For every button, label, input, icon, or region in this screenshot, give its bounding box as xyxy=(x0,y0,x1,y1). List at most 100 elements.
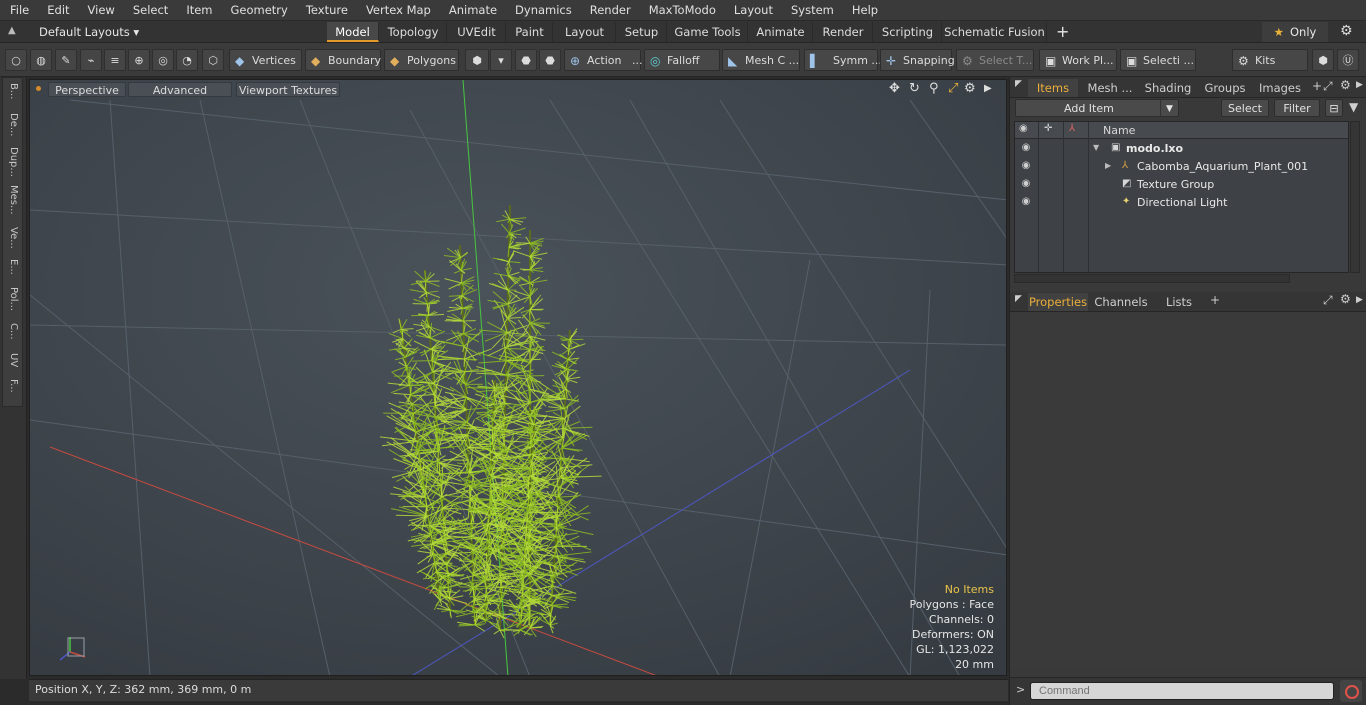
lock-column-icon[interactable]: ✛ xyxy=(1044,123,1052,134)
menu-file[interactable]: File xyxy=(0,0,37,21)
snapping-button[interactable]: ✛ Snapping xyxy=(880,49,955,71)
add-panel-tab-button[interactable]: + xyxy=(1210,293,1220,307)
center-icon[interactable]: ⊕ xyxy=(128,49,150,71)
tab-game-tools[interactable]: Game Tools xyxy=(668,22,748,42)
layout-arrows-icon[interactable]: ▲ xyxy=(8,25,20,39)
unreal-icon[interactable]: Ⓤ xyxy=(1337,49,1359,71)
falloff-button[interactable]: ◎ Falloff xyxy=(644,49,720,71)
symmetry-button[interactable]: ▌ Symm ... xyxy=(804,49,882,71)
tab-fusion[interactable]: F... xyxy=(5,379,19,393)
tab-render[interactable]: Render xyxy=(814,22,873,42)
tab-deform[interactable]: De... xyxy=(5,113,19,136)
perspective-button[interactable]: Perspective xyxy=(48,82,126,97)
tab-images[interactable]: Images xyxy=(1254,79,1306,97)
add-item-dropdown[interactable]: Add Item ▼ xyxy=(1015,99,1179,117)
unity-icon[interactable]: ⬢ xyxy=(1312,49,1334,71)
menu-help[interactable]: Help xyxy=(842,0,886,21)
rotate-view-icon[interactable]: ↻ xyxy=(909,81,920,96)
menu-geometry[interactable]: Geometry xyxy=(221,0,296,21)
tab-lists[interactable]: Lists xyxy=(1154,293,1204,311)
tab-mesh-edit[interactable]: Mes... xyxy=(5,185,19,215)
polygons-button[interactable]: ◆ Polygons xyxy=(384,49,459,71)
move-view-icon[interactable]: ✥ xyxy=(889,81,900,96)
pen-icon[interactable]: ✎ xyxy=(55,49,77,71)
advanced-button[interactable]: Advanced xyxy=(128,82,232,97)
tab-vertex[interactable]: Ve... xyxy=(5,227,19,249)
tab-schematic-fusion[interactable]: Schematic Fusion xyxy=(943,22,1047,42)
axis-column-icon[interactable]: ⅄ xyxy=(1069,123,1075,134)
tab-layout[interactable]: Layout xyxy=(554,22,616,42)
tab-edge[interactable]: E... xyxy=(5,259,19,275)
tab-scripting[interactable]: Scripting xyxy=(874,22,942,42)
eye-icon[interactable]: ◉ xyxy=(1019,142,1033,154)
gear-icon[interactable]: ⚙ xyxy=(1340,23,1353,39)
panel-menu-icon[interactable]: ◤ xyxy=(1015,79,1022,89)
tree-vertical-scrollbar[interactable] xyxy=(1350,121,1360,273)
tab-curve[interactable]: C... xyxy=(5,323,19,340)
tab-uv[interactable]: UV xyxy=(5,353,19,367)
add-tab-button[interactable]: + xyxy=(1056,21,1069,43)
globe-icon[interactable]: ◍ xyxy=(30,49,52,71)
eye-icon[interactable]: ◉ xyxy=(1019,178,1033,190)
tab-basic[interactable]: B... xyxy=(5,83,19,99)
eye-icon[interactable]: ◉ xyxy=(1019,196,1033,208)
tab-polygon[interactable]: Pol... xyxy=(5,287,19,311)
tree-row-mesh[interactable]: ◉ ▶ ⅄ Cabomba_Aquarium_Plant_001 xyxy=(1015,158,1348,176)
tab-groups[interactable]: Groups xyxy=(1198,79,1252,97)
only-toggle[interactable]: ★ Only xyxy=(1262,22,1328,42)
viewport-settings-icon[interactable]: ⚙ xyxy=(964,81,976,96)
record-macro-icon[interactable] xyxy=(1340,680,1362,702)
tree-row-texture-group[interactable]: ◉ ◩ Texture Group xyxy=(1015,176,1348,194)
panel-pop-out-icon[interactable]: ⤢ xyxy=(1323,79,1333,94)
sphere-icon[interactable]: ◔ xyxy=(176,49,198,71)
add-panel-tab-icon[interactable]: + xyxy=(1312,79,1322,93)
chevron-down-icon[interactable]: ▾ xyxy=(490,49,512,71)
panel-gear-icon[interactable]: ⚙ xyxy=(1340,292,1351,306)
tab-channels[interactable]: Channels xyxy=(1092,293,1150,311)
filter-button[interactable]: Filter xyxy=(1274,99,1320,117)
command-input[interactable] xyxy=(1030,682,1334,700)
work-plane-button[interactable]: ▣ Work Pl... xyxy=(1039,49,1117,71)
menu-texture[interactable]: Texture xyxy=(296,0,356,21)
shield-icon[interactable]: ⬡ xyxy=(202,49,224,71)
tab-duplicate[interactable]: Dup... xyxy=(5,147,19,177)
menu-edit[interactable]: Edit xyxy=(37,0,77,21)
eye-icon[interactable]: ◉ xyxy=(1019,160,1033,172)
panel-expand-icon[interactable]: ▶ xyxy=(1356,80,1363,90)
menu-vertex-map[interactable]: Vertex Map xyxy=(356,0,439,21)
funnel-icon[interactable]: ▼ xyxy=(1349,100,1358,114)
menu-select[interactable]: Select xyxy=(123,0,176,21)
tab-model[interactable]: Model xyxy=(327,22,379,42)
select-through-button[interactable]: ⚙ Select T... xyxy=(956,49,1034,71)
panel-menu-icon[interactable]: ◤ xyxy=(1015,294,1022,304)
tab-items[interactable]: Items xyxy=(1028,79,1078,97)
visibility-column-icon[interactable]: ◉ xyxy=(1019,123,1028,134)
select-button[interactable]: Select xyxy=(1221,99,1269,117)
brush-icon[interactable]: ⌁ xyxy=(80,49,102,71)
tree-row-light[interactable]: ◉ ✦ Directional Light xyxy=(1015,194,1348,212)
tab-animate[interactable]: Animate xyxy=(749,22,813,42)
item-mode-icon[interactable]: ⬢ xyxy=(465,49,489,71)
tab-shading[interactable]: Shading xyxy=(1140,79,1196,97)
circle-select-icon[interactable]: ○ xyxy=(5,49,27,71)
3d-viewport[interactable]: Perspective Advanced Viewport Textures ✥… xyxy=(29,79,1007,676)
menu-dynamics[interactable]: Dynamics xyxy=(505,0,580,21)
maximize-view-icon[interactable]: ⤢ xyxy=(948,81,958,96)
panel-gear-icon[interactable]: ⚙ xyxy=(1340,78,1351,92)
name-column-header[interactable]: Name xyxy=(1103,124,1135,137)
tree-row-scene[interactable]: ◉ ▼ ▣ modo.lxo xyxy=(1015,140,1348,158)
menu-maxtomodo[interactable]: MaxToModo xyxy=(639,0,724,21)
tree-horizontal-scrollbar[interactable] xyxy=(1014,274,1290,283)
mesh-constraint-button[interactable]: ◣ Mesh C ... xyxy=(722,49,800,71)
align-icon[interactable]: ≡ xyxy=(104,49,126,71)
tab-properties[interactable]: Properties xyxy=(1028,293,1088,311)
expand-arrow-icon[interactable]: ▶ xyxy=(1105,161,1111,170)
snap-mode-icon[interactable]: ⬣ xyxy=(515,49,537,71)
viewport-dot-icon[interactable] xyxy=(36,86,41,91)
boundary-button[interactable]: ◆ Boundary xyxy=(305,49,381,71)
menu-layout[interactable]: Layout xyxy=(724,0,781,21)
tab-uvedit[interactable]: UVEdit xyxy=(448,22,506,42)
panel-expand-icon[interactable]: ▶ xyxy=(1356,295,1363,305)
menu-render[interactable]: Render xyxy=(580,0,639,21)
zoom-view-icon[interactable]: ⚲ xyxy=(929,81,939,96)
